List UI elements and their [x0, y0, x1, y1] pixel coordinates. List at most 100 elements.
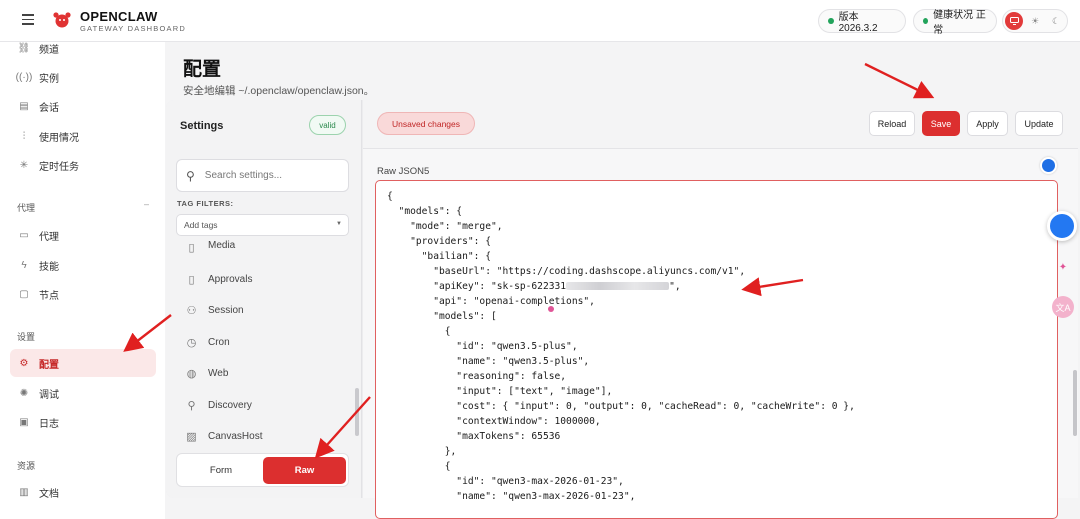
raw-json-label: Raw JSON5	[377, 166, 430, 177]
code-line: "cost": { "input": 0, "output": 0, "cach…	[387, 401, 855, 412]
app-subtitle: GATEWAY DASHBOARD	[80, 24, 186, 33]
status-dot-icon	[923, 18, 929, 24]
settings-title: Settings	[180, 120, 224, 132]
cursor-marker-icon	[548, 306, 554, 312]
tag-placeholder: Add tags	[184, 220, 218, 230]
assistant-small-icon[interactable]	[1040, 157, 1057, 174]
page-scrollbar[interactable]	[1073, 370, 1077, 436]
sidebar-item-skills[interactable]: ϟ 技能	[10, 251, 156, 279]
section-label: Cron	[208, 336, 230, 348]
sidebar-item-label: 频道	[39, 44, 59, 56]
bar-chart-icon: ⫶	[22, 130, 26, 142]
sidebar-item-agents[interactable]: ▭ 代理	[10, 221, 156, 249]
collapse-icon[interactable]: –	[144, 199, 149, 209]
raw-mode-button[interactable]: Raw	[263, 457, 346, 484]
settings-scrollbar[interactable]	[355, 388, 359, 436]
status-dot-icon	[828, 18, 834, 24]
section-label: Session	[208, 304, 244, 316]
reload-button[interactable]: Reload	[869, 111, 915, 136]
scroll-icon: ▣	[19, 416, 29, 428]
search-icon: ⚲	[186, 168, 195, 183]
sidebar-item-channels[interactable]: ⛓ 频道	[10, 34, 156, 62]
sidebar-item-docs[interactable]: ▥ 文档	[10, 478, 156, 506]
save-button[interactable]: Save	[922, 111, 960, 136]
settings-section-web[interactable]: ◍ Web	[176, 360, 356, 386]
section-label: Media	[208, 239, 236, 251]
chevron-down-icon: ▼	[336, 221, 342, 227]
code-line: {	[387, 326, 451, 337]
lobster-logo-icon	[53, 12, 71, 28]
code-line: "name": "qwen3-max-2026-01-23",	[387, 491, 636, 502]
sidebar-item-debug[interactable]: ✺ 调试	[10, 379, 156, 407]
section-label: CanvasHost	[208, 430, 263, 442]
tag-filter-select[interactable]: Add tags ▼	[176, 214, 349, 236]
section-label-settings: 设置	[17, 332, 36, 342]
sidebar-item-label: 会话	[39, 102, 59, 114]
code-line: "bailian": {	[387, 251, 491, 262]
file-icon: ▯	[188, 273, 195, 286]
valid-badge: valid	[309, 115, 346, 135]
bug-icon: ✺	[19, 387, 29, 399]
settings-section-approvals[interactable]: ▯ Approvals	[176, 266, 356, 292]
code-line: "providers": {	[387, 236, 491, 247]
file-icon: ▤	[19, 100, 29, 112]
assistant-bubble-icon[interactable]	[1047, 211, 1077, 241]
apply-button[interactable]: Apply	[967, 111, 1008, 136]
code-line: {	[387, 461, 451, 472]
settings-section-media[interactable]: ▯ Media	[176, 236, 356, 258]
moon-icon[interactable]: ☾	[1047, 12, 1065, 30]
settings-section-discovery[interactable]: ⚲ Discovery	[176, 392, 356, 418]
code-line: "id": "qwen3-max-2026-01-23",	[387, 476, 624, 487]
sidebar-item-sessions[interactable]: ▤ 会话	[10, 92, 156, 120]
update-button[interactable]: Update	[1015, 111, 1063, 136]
page-title: 配置	[183, 59, 222, 80]
api-key-suffix: ",	[669, 281, 681, 292]
search-icon: ⚲	[187, 399, 196, 412]
arrow-to-save	[864, 62, 935, 99]
clock-icon: ◷	[186, 336, 197, 349]
folder-icon: ▭	[19, 229, 29, 241]
sidebar-item-nodes[interactable]: ▢ 节点	[10, 280, 156, 308]
mode-toggle: Form Raw	[176, 453, 349, 487]
radio-icon: ((·))	[15, 71, 33, 83]
json-editor[interactable]: { "models": { "mode": "merge", "provider…	[375, 180, 1058, 519]
sidebar-item-label: 技能	[39, 261, 59, 273]
api-key-prefix: "apiKey": "sk-sp-622331	[387, 281, 567, 292]
sidebar-item-cron-jobs[interactable]: ✳ 定时任务	[10, 151, 156, 179]
code-line: "reasoning": false,	[387, 371, 567, 382]
code-line: "maxTokens": 65536	[387, 431, 561, 442]
menu-icon[interactable]	[22, 14, 34, 25]
redacted-key	[566, 282, 670, 290]
sidebar-item-usage[interactable]: ⫶ 使用情况	[10, 122, 156, 150]
code-line: "input": ["text", "image"],	[387, 386, 613, 397]
section-label: Web	[208, 367, 229, 379]
settings-section-cron[interactable]: ◷ Cron	[176, 329, 356, 355]
sidebar-item-label: 文档	[39, 488, 59, 500]
search-input[interactable]	[204, 170, 335, 181]
section-label: Discovery	[208, 399, 252, 411]
monitor-theme-icon[interactable]	[1005, 12, 1023, 30]
loader-icon: ✳	[19, 159, 29, 171]
settings-section-canvashost[interactable]: ▨ CanvasHost	[176, 423, 356, 449]
sidebar-item-logs[interactable]: ▣ 日志	[10, 408, 156, 436]
version-badge: 版本 2026.3.2	[818, 9, 906, 34]
code-line: "name": "qwen3.5-plus",	[387, 356, 590, 367]
health-label: 健康状况 正常	[933, 10, 986, 36]
section-label: Approvals	[208, 273, 253, 285]
theme-switcher: ☀ ☾	[1002, 9, 1068, 33]
sun-icon[interactable]: ☀	[1026, 12, 1044, 30]
sidebar-item-label: 日志	[39, 418, 59, 430]
sidebar-item-instances[interactable]: ((·)) 实例	[10, 63, 156, 91]
settings-section-session[interactable]: ⚇ Session	[176, 297, 356, 323]
form-mode-button[interactable]: Form	[180, 457, 262, 484]
image-icon: ▨	[186, 430, 197, 443]
sidebar-item-config[interactable]: ⚙ 配置	[10, 349, 156, 377]
translate-icon[interactable]: 文A	[1052, 296, 1074, 318]
sidebar-item-label: 代理	[39, 231, 59, 243]
section-label-agent: 代理	[17, 203, 36, 213]
code-line: "api": "openai-completions",	[387, 296, 595, 307]
users-icon: ⚇	[186, 304, 197, 317]
sidebar-item-label: 实例	[39, 73, 59, 85]
sparkle-icon[interactable]: ✦	[1054, 262, 1072, 280]
sidebar-item-label: 调试	[39, 389, 59, 401]
